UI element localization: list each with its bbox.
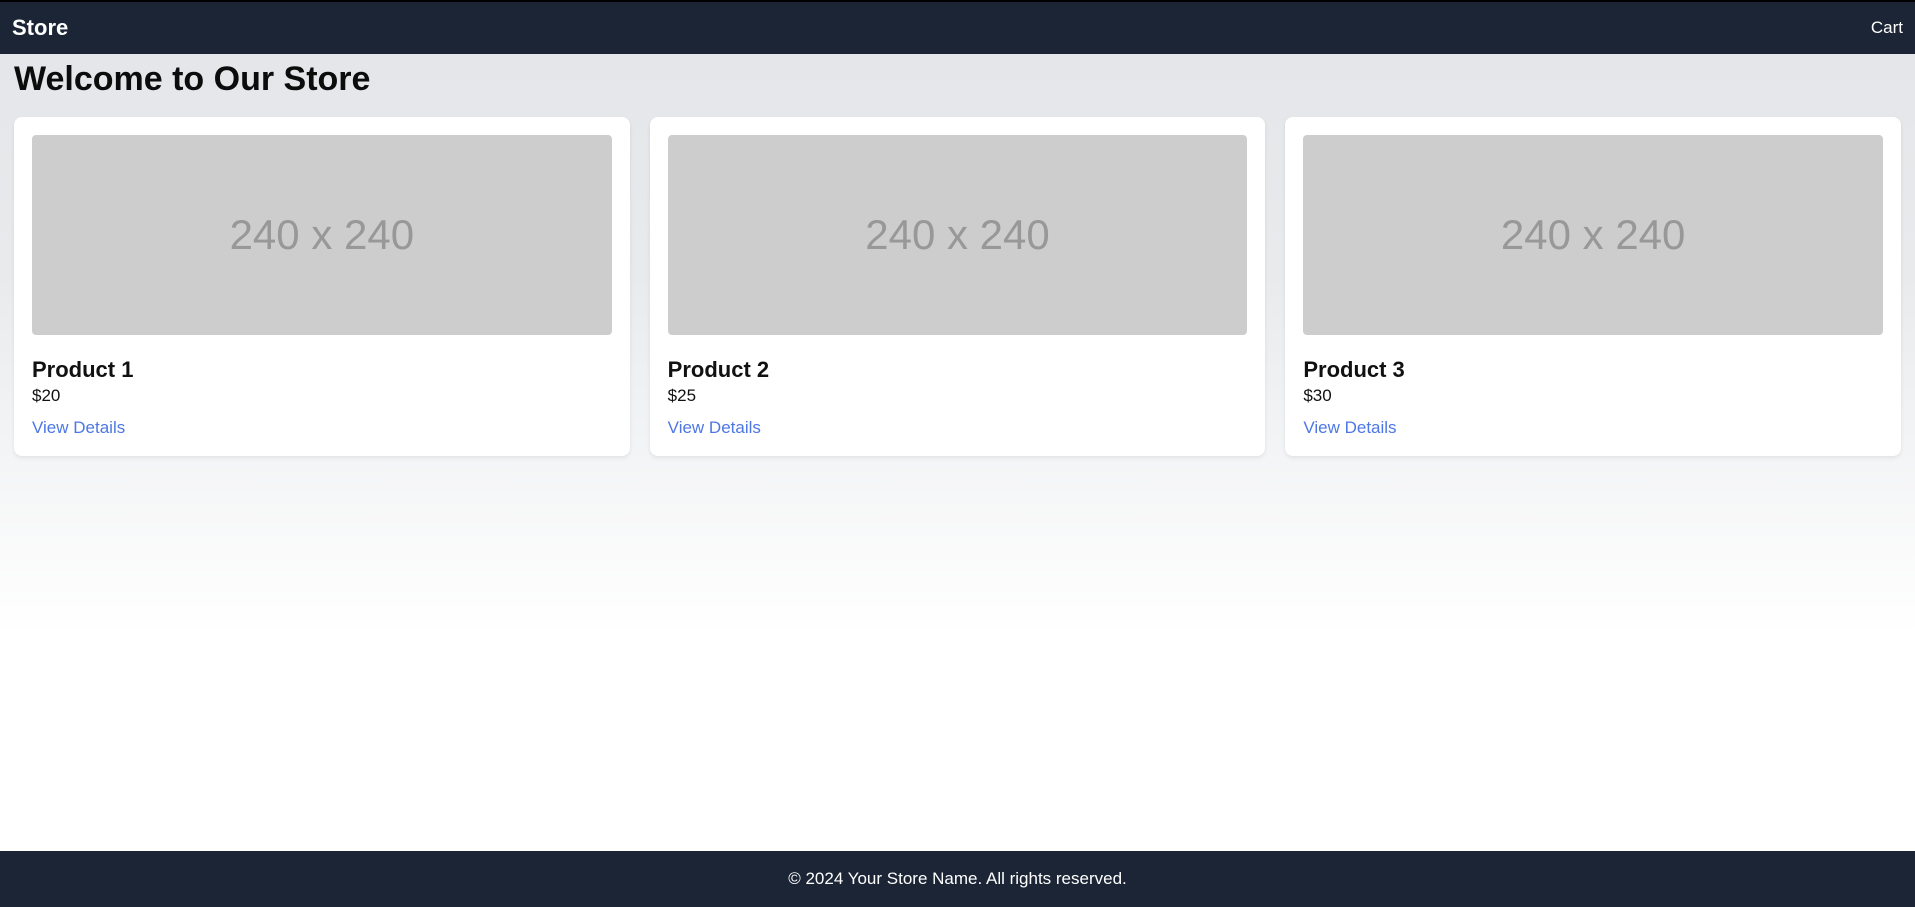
product-price: $30 [1303,386,1883,406]
product-image-placeholder: 240 x 240 [1303,135,1883,335]
product-grid: 240 x 240 Product 1 $20 View Details 240… [14,117,1901,456]
view-details-link[interactable]: View Details [1303,418,1883,438]
product-price: $20 [32,386,612,406]
main-content: Welcome to Our Store 240 x 240 Product 1… [0,54,1915,851]
view-details-link[interactable]: View Details [32,418,612,438]
nav-bar: Store Cart [0,2,1915,54]
brand-link[interactable]: Store [12,15,68,41]
cart-link[interactable]: Cart [1871,18,1903,38]
product-image-placeholder: 240 x 240 [32,135,612,335]
view-details-link[interactable]: View Details [668,418,1248,438]
footer-text: © 2024 Your Store Name. All rights reser… [788,869,1127,888]
product-price: $25 [668,386,1248,406]
product-name: Product 1 [32,357,612,383]
footer: © 2024 Your Store Name. All rights reser… [0,851,1915,907]
product-name: Product 2 [668,357,1248,383]
product-card: 240 x 240 Product 3 $30 View Details [1285,117,1901,456]
page-title: Welcome to Our Store [14,60,1901,99]
product-name: Product 3 [1303,357,1883,383]
product-card: 240 x 240 Product 2 $25 View Details [650,117,1266,456]
product-card: 240 x 240 Product 1 $20 View Details [14,117,630,456]
header: Store Cart [0,0,1915,54]
product-image-placeholder: 240 x 240 [668,135,1248,335]
